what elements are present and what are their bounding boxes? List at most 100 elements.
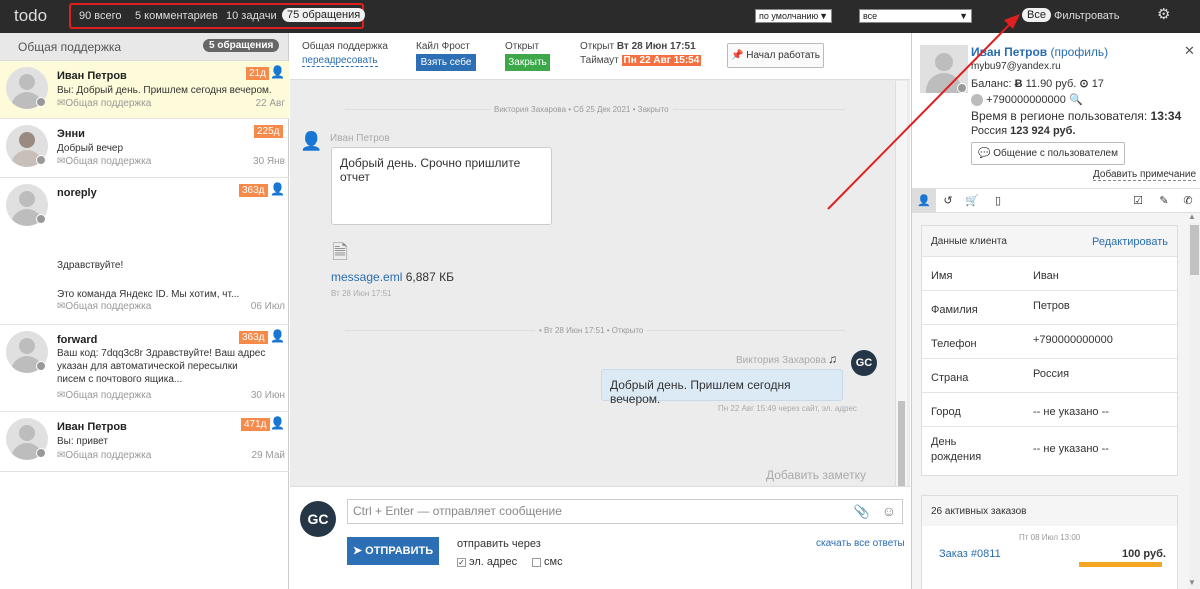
message-input[interactable]: Ctrl + Enter — отправляет сообщение 📎 ☺ bbox=[347, 499, 903, 524]
item-date: 29 Май bbox=[251, 450, 286, 461]
list-item[interactable]: Иван Петров Вы: привет ✉Общая поддержка … bbox=[0, 412, 289, 472]
order-price: 100 руб. bbox=[1122, 548, 1166, 560]
close-icon[interactable]: ✕ bbox=[1184, 43, 1195, 59]
queue-badge: 5 обращения bbox=[203, 39, 280, 52]
chevron-down-icon: ▼ bbox=[819, 11, 828, 21]
profile-name[interactable]: Иван Петров (профиль) bbox=[971, 45, 1108, 59]
scope-select[interactable]: все ▼ bbox=[859, 9, 972, 23]
age-badge: 363д bbox=[239, 331, 268, 344]
item-name: Иван Петров bbox=[57, 421, 127, 433]
list-item[interactable]: forward Ваш код: 7dqq3c8r Здравствуйте! … bbox=[0, 325, 289, 412]
scroll-up-icon[interactable]: ▲ bbox=[1188, 212, 1196, 221]
user-icon[interactable]: 👤 bbox=[270, 65, 285, 79]
pencil-icon[interactable]: ✎ bbox=[1152, 189, 1176, 213]
filter-button[interactable]: Фильтровать bbox=[1054, 10, 1119, 22]
client-row: Фамилия Петров bbox=[922, 290, 1177, 324]
client-data-card: Данные клиента Редактировать Имя Иван Фам… bbox=[921, 225, 1178, 476]
status-dot bbox=[36, 448, 46, 458]
list-item[interactable]: noreply Здравствуйте! Это команда Яндекс… bbox=[0, 178, 289, 325]
message-meta: Пн 22 Авг 15:49 через сайт, эл. адрес bbox=[718, 404, 857, 413]
user-icon[interactable]: 👤 bbox=[270, 416, 285, 430]
item-text: Вы: привет bbox=[57, 436, 108, 447]
app-logo[interactable]: todo bbox=[14, 6, 47, 26]
reassign-link[interactable]: переадресовать bbox=[302, 55, 378, 67]
status-dot bbox=[36, 361, 46, 371]
music-note-icon: ♫ bbox=[828, 352, 837, 366]
client-row: Страна Россия bbox=[922, 358, 1177, 392]
download-answers-link[interactable]: скачать все ответы bbox=[816, 538, 905, 549]
queue-header: Общая поддержка 5 обращения bbox=[0, 33, 288, 61]
sort-select[interactable]: по умолчанию ▼ bbox=[755, 9, 832, 23]
email-checkbox[interactable]: ✓ эл. адрес bbox=[457, 556, 517, 568]
item-name: noreply bbox=[57, 187, 97, 199]
gear-icon[interactable]: ⚙ bbox=[1157, 5, 1170, 23]
profile-tabs: 👤 ↺ 🛒 ▯ ☑ ✎ ✆ bbox=[912, 188, 1200, 213]
item-text: Здравствуйте! bbox=[57, 260, 124, 271]
count-all[interactable]: 90 всего bbox=[79, 10, 122, 22]
list-item[interactable]: Энни Добрый вечер ✉Общая поддержка 30 Ян… bbox=[0, 119, 289, 178]
count-tickets[interactable]: 75 обращения bbox=[282, 8, 366, 22]
assignee: Кайл Фрост bbox=[416, 41, 470, 52]
orders-card: 26 активных заказов Пт 08 Июл 13:00 Зака… bbox=[921, 495, 1178, 589]
profile-panel: Иван Петров (профиль) ✕ mybu97@yandex.ru… bbox=[911, 33, 1200, 589]
user-avatar-icon: 👤 bbox=[300, 131, 323, 151]
scrollbar[interactable] bbox=[1189, 223, 1200, 589]
list-item[interactable]: Иван Петров Вы: Добрый день. Пришлем сег… bbox=[0, 61, 289, 119]
chat-with-user-button[interactable]: 💬 Общение с пользователем bbox=[971, 142, 1125, 165]
profile-time: Время в регионе пользователя: 13:34 bbox=[971, 109, 1182, 123]
emoji-icon[interactable]: ☺ bbox=[882, 500, 896, 523]
age-badge: 471д bbox=[241, 418, 270, 431]
mobile-icon[interactable]: ▯ bbox=[986, 189, 1010, 213]
card-title: Данные клиента bbox=[931, 236, 1007, 247]
edit-link[interactable]: Редактировать bbox=[1092, 236, 1168, 248]
order-date: Пт 08 Июл 13:00 bbox=[1019, 533, 1081, 542]
message-author: Иван Петров bbox=[330, 133, 390, 144]
add-note-link[interactable]: Добавить заметку bbox=[766, 468, 866, 482]
attachment-link[interactable]: message.eml bbox=[331, 270, 402, 284]
count-tasks[interactable]: 10 задачи bbox=[226, 10, 277, 22]
client-row: Телефон +790000000000 bbox=[922, 324, 1177, 358]
message-bubble: Добрый день. Пришлем сегодня вечером. bbox=[601, 369, 843, 406]
sms-checkbox[interactable]: смс bbox=[532, 556, 563, 568]
cart-icon[interactable]: 🛒 bbox=[960, 189, 984, 213]
age-badge: 363д bbox=[239, 184, 268, 197]
order-link[interactable]: Заказ #0811 bbox=[939, 548, 1001, 560]
timeout-info: Таймаут Пн 22 Авг 15:54 bbox=[580, 55, 702, 66]
age-badge: 21д bbox=[246, 67, 269, 80]
item-name: forward bbox=[57, 334, 98, 346]
profile-balance: Баланс: Ƀ 11.90 руб. ⊙ 17 bbox=[971, 78, 1104, 90]
item-queue: ✉Общая поддержка bbox=[57, 301, 152, 312]
attachment-time: Вт 28 Июн 17:51 bbox=[331, 289, 392, 298]
profile-card: Иван Петров (профиль) ✕ mybu97@yandex.ru… bbox=[912, 33, 1200, 188]
close-ticket-button[interactable]: Закрыть bbox=[505, 54, 550, 71]
client-row: Город -- не указано -- bbox=[922, 392, 1177, 426]
user-tab-icon[interactable]: 👤 bbox=[912, 189, 936, 213]
message-author: Виктория Захарова bbox=[736, 355, 827, 366]
profile-phone: +790000000000 🔍 bbox=[971, 93, 1083, 107]
count-comments[interactable]: 5 комментариев bbox=[135, 10, 218, 22]
phone-icon[interactable]: ✆ bbox=[1176, 189, 1200, 213]
add-note-link[interactable]: Добавить примечание bbox=[1093, 169, 1197, 181]
scroll-down-icon[interactable]: ▼ bbox=[1188, 578, 1196, 587]
status-dot bbox=[36, 214, 46, 224]
all-toggle[interactable]: Все bbox=[1022, 8, 1051, 22]
client-row: Имя Иван bbox=[922, 256, 1177, 290]
client-row: День рождения -- не указано -- bbox=[922, 426, 1177, 470]
start-work-button[interactable]: 📌 Начал работать bbox=[727, 43, 824, 68]
item-text: Вы: Добрый день. Пришлем сегодня вечером… bbox=[57, 85, 272, 96]
item-text: Ваш код: 7dqq3c8r Здравствуйте! Ваш адре… bbox=[57, 348, 266, 385]
status-dot bbox=[957, 83, 967, 93]
send-button[interactable]: ➤ ОТПРАВИТЬ bbox=[347, 537, 439, 565]
paperclip-icon[interactable]: 📎 bbox=[854, 500, 870, 523]
message-bubble: Добрый день. Срочно пришлите отчет bbox=[331, 147, 552, 225]
ticket-list: Общая поддержка 5 обращения Иван Петров … bbox=[0, 33, 289, 589]
age-badge: 225д bbox=[254, 125, 283, 138]
history-icon[interactable]: ↺ bbox=[936, 189, 960, 213]
scrollbar[interactable] bbox=[895, 81, 907, 518]
user-icon[interactable]: 👤 bbox=[270, 182, 285, 196]
event-label: Виктория Захарова • Сб 25 Дек 2021 • Зак… bbox=[490, 105, 673, 114]
checkbox-icon[interactable]: ☑ bbox=[1126, 189, 1150, 213]
user-icon[interactable]: 👤 bbox=[270, 329, 285, 343]
take-button[interactable]: Взять себе bbox=[416, 54, 476, 71]
event-label: • Вт 28 Июн 17:51 • Открыто bbox=[535, 326, 648, 335]
